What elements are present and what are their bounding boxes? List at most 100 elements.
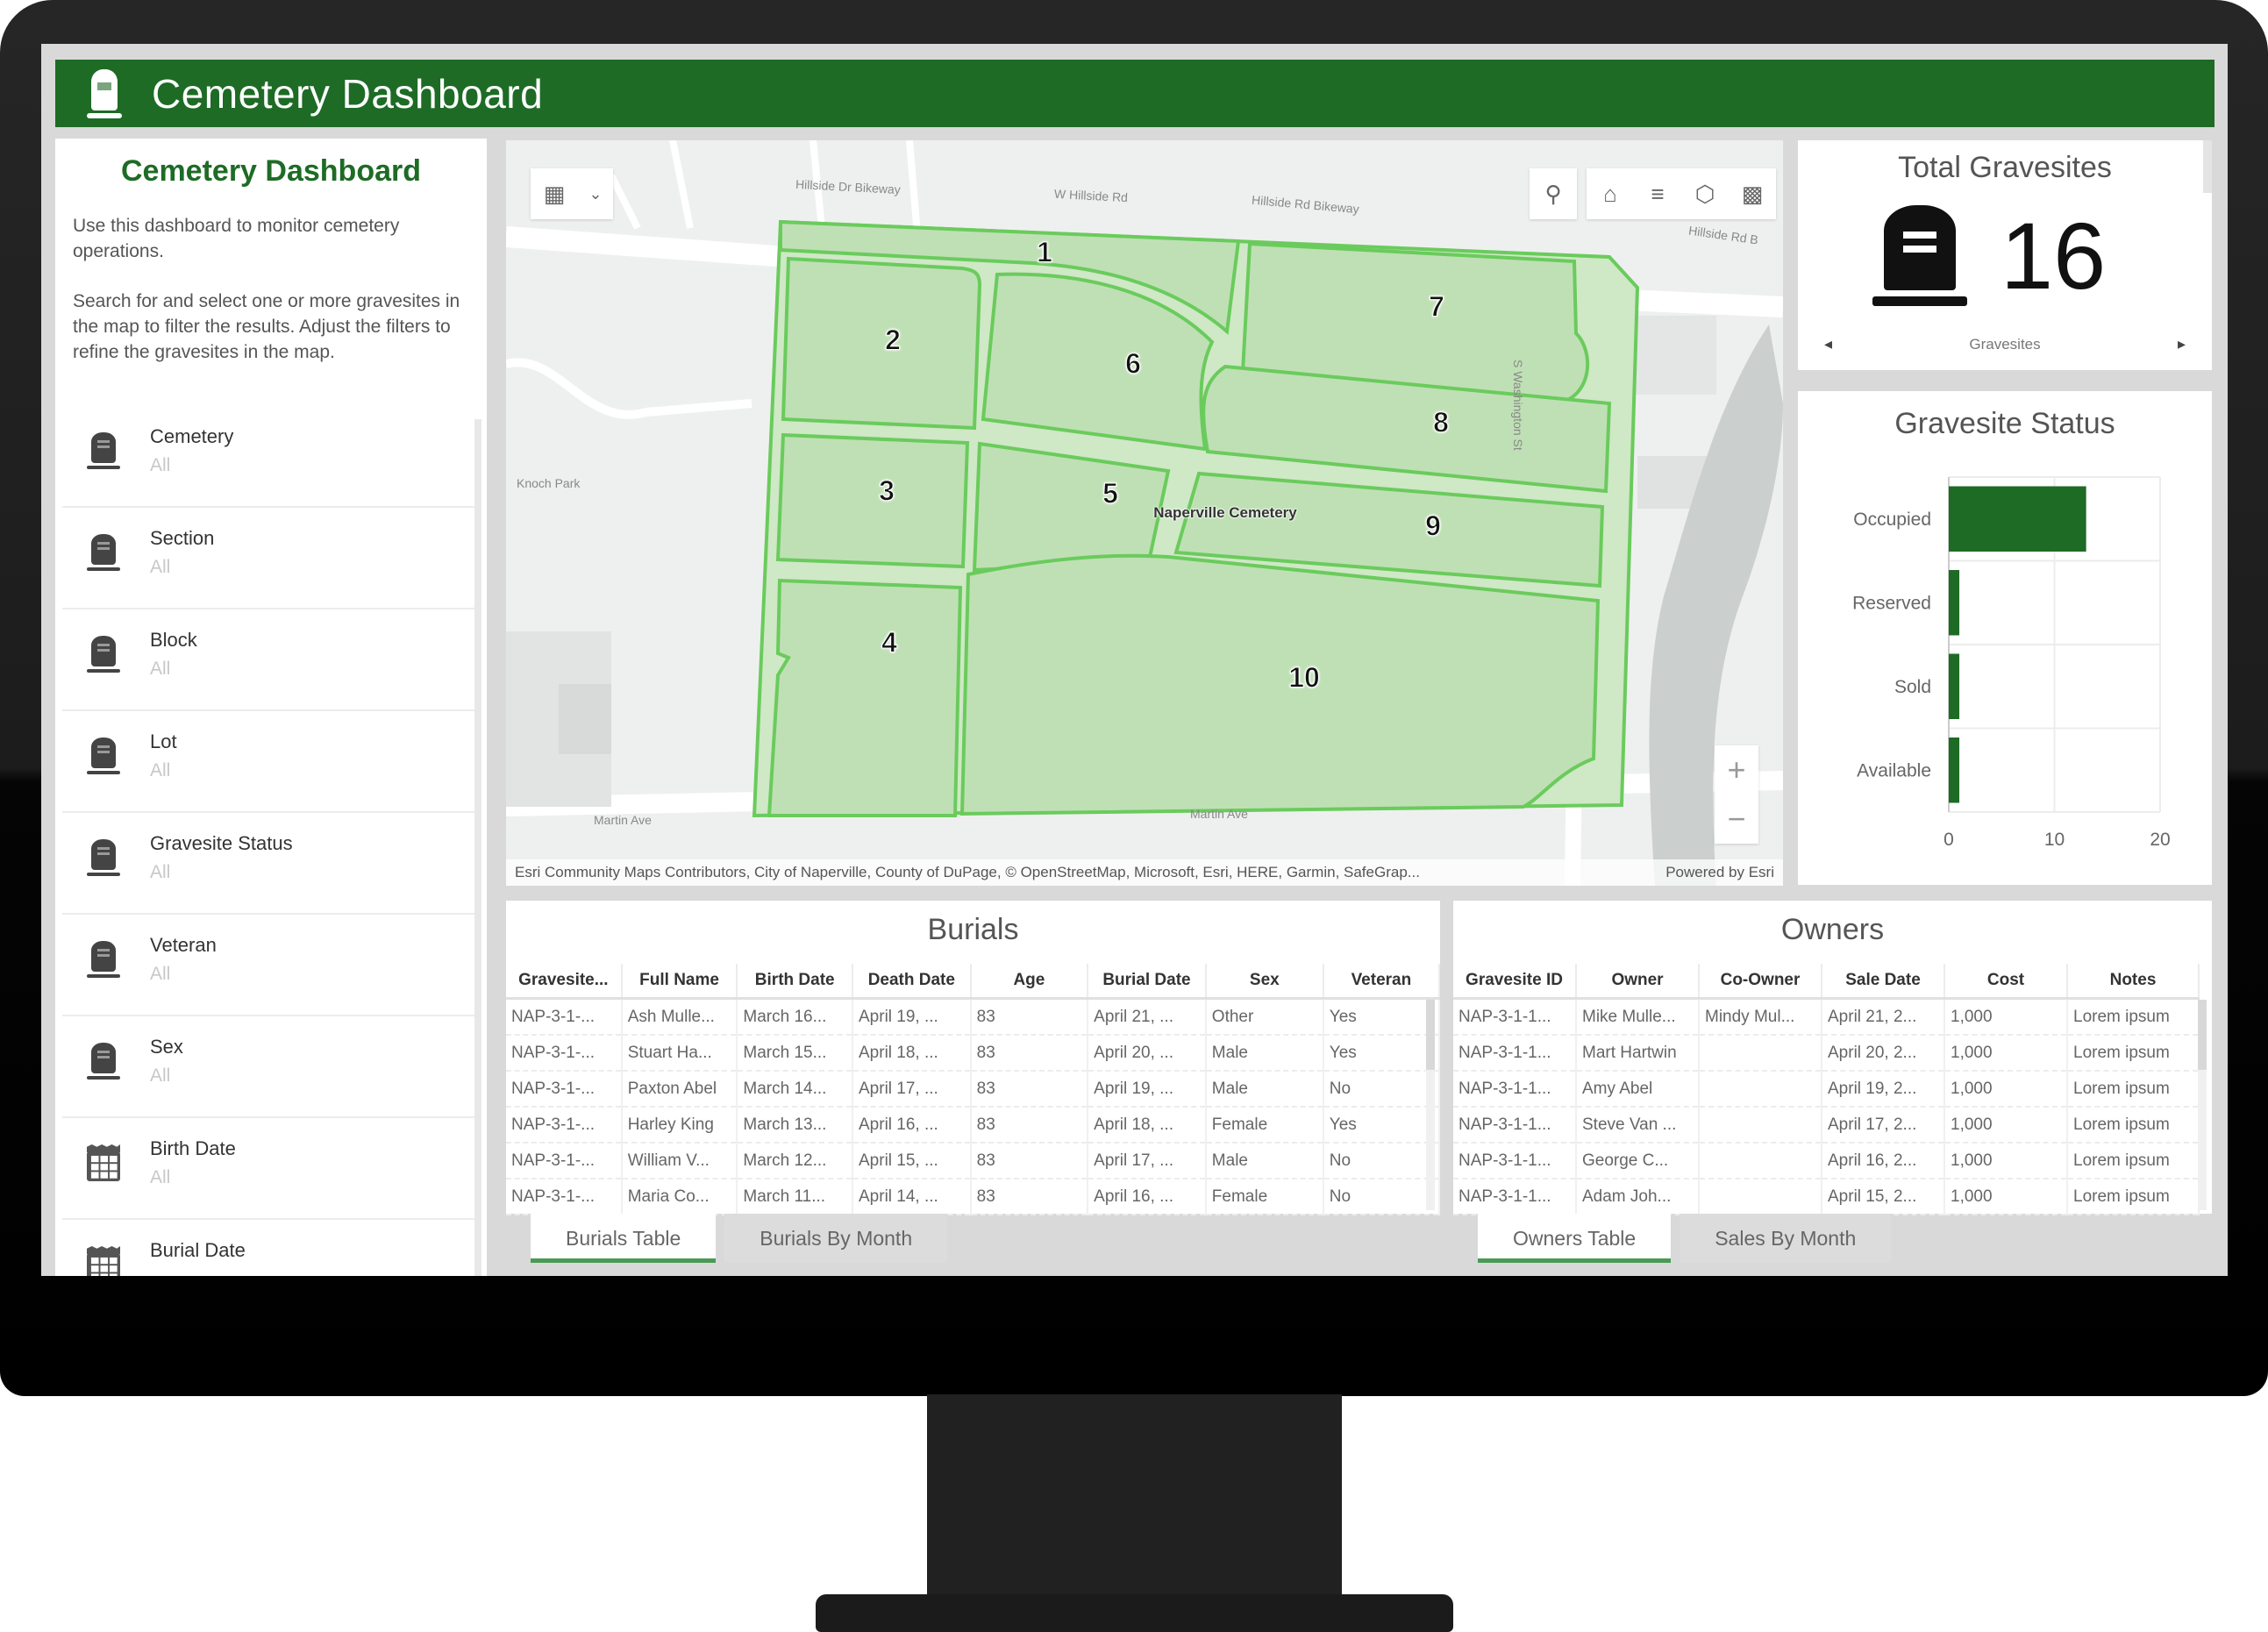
filter-value: All: [150, 557, 171, 577]
tab-sales-by-month[interactable]: Sales By Month: [1680, 1214, 1892, 1263]
filter-item-section[interactable]: Section All: [62, 508, 474, 609]
total-gravesites-indicator: Total Gravesites 16 ◂ Gravesites ▸: [1798, 140, 2212, 370]
table-row[interactable]: NAP-3-1-1... Adam Joh... April 15, 2... 1,0…: [1453, 1179, 2200, 1215]
basemap-gallery-icon[interactable]: ▦: [531, 168, 578, 219]
x-tick-label: 0: [1943, 830, 1954, 850]
column-header[interactable]: Death Date: [852, 964, 972, 1000]
chevron-down-icon[interactable]: ⌄: [578, 168, 613, 219]
table-cell: Stuart Ha...: [621, 1035, 738, 1072]
table-row[interactable]: NAP-3-1-1... Mart Hartwin April 20, 2... 1,…: [1453, 1035, 2200, 1072]
column-header[interactable]: Burial Date: [1088, 964, 1207, 1000]
column-header[interactable]: Cost: [1944, 964, 2068, 1000]
table-row[interactable]: NAP-3-1-... William V... March 12... April …: [506, 1143, 1441, 1179]
table-row[interactable]: NAP-3-1-... Stuart Ha... March 15... April …: [506, 1035, 1441, 1072]
sidebar-scrollbar[interactable]: [474, 419, 481, 1276]
table-cell: 1,000: [1944, 1179, 2068, 1215]
indicator-scrollbar[interactable]: [2203, 140, 2212, 193]
powered-by-link[interactable]: Powered by Esri: [1665, 864, 1774, 881]
table-cell: Yes: [1323, 998, 1441, 1036]
table-cell: March 12...: [737, 1143, 853, 1179]
monitor-stand-neck: [927, 1394, 1342, 1605]
sidebar-panel: Cemetery Dashboard Use this dashboard to…: [55, 139, 487, 1276]
table-cell: April 16, ...: [852, 1107, 972, 1144]
column-header[interactable]: Age: [970, 964, 1089, 1000]
column-header[interactable]: Sale Date: [1822, 964, 1945, 1000]
filter-item-birth-date[interactable]: Birth Date All: [62, 1118, 474, 1220]
bar-sold[interactable]: [1949, 653, 1960, 719]
tab-burials-by-month[interactable]: Burials By Month: [724, 1214, 948, 1263]
attribution-text[interactable]: Esri Community Maps Contributors, City o…: [515, 864, 1420, 881]
column-header[interactable]: Gravesite ID: [1453, 964, 1577, 1000]
column-header[interactable]: Veteran: [1323, 964, 1441, 1000]
tab-owners-table[interactable]: Owners Table: [1478, 1214, 1672, 1263]
filter-item-block[interactable]: Block All: [62, 609, 474, 711]
filter-value: All: [150, 862, 171, 882]
column-header[interactable]: Owner: [1576, 964, 1700, 1000]
section-3[interactable]: [775, 432, 970, 569]
table-cell: 1,000: [1944, 1071, 2068, 1108]
indicator-title: Total Gravesites: [1898, 151, 2112, 184]
burials-title: Burials: [927, 913, 1019, 946]
filter-item-sex[interactable]: Sex All: [62, 1016, 474, 1118]
zoom-in-button[interactable]: +: [1715, 745, 1758, 795]
filter-item-burial-date[interactable]: Burial Date: [62, 1220, 474, 1276]
table-row[interactable]: NAP-3-1-1... Amy Abel April 19, 2... 1,000 L…: [1453, 1071, 2200, 1108]
filter-item-cemetery[interactable]: Cemetery All: [62, 406, 474, 508]
map-canvas[interactable]: [506, 140, 1783, 886]
bar-occupied[interactable]: [1949, 486, 2086, 552]
table-header-row: Gravesite ID Owner Co-Owner Sale Date Cost No…: [1453, 964, 2200, 1000]
section-label: 5: [1102, 477, 1119, 510]
table-cell: Other: [1205, 998, 1324, 1036]
filter-item-gravesite-status[interactable]: Gravesite Status All: [62, 813, 474, 915]
section-4[interactable]: [767, 578, 963, 817]
column-header[interactable]: Notes: [2067, 964, 2200, 1000]
section-10[interactable]: [959, 553, 1601, 816]
section-label: 9: [1425, 510, 1442, 542]
section-2[interactable]: [781, 256, 982, 431]
owners-scrollbar[interactable]: [2198, 1000, 2207, 1210]
table-row[interactable]: NAP-3-1-... Ash Mulle... March 16... April …: [506, 998, 1441, 1036]
column-header[interactable]: Co-Owner: [1699, 964, 1822, 1000]
layers-icon[interactable]: ⬡: [1681, 168, 1729, 219]
table-cell: March 14...: [737, 1071, 853, 1108]
table-row[interactable]: NAP-3-1-1... George C... April 16, 2... 1,0…: [1453, 1143, 2200, 1179]
filter-item-lot[interactable]: Lot All: [62, 711, 474, 813]
column-header[interactable]: Gravesite...: [506, 964, 623, 1000]
section-label: 3: [879, 474, 895, 507]
tab-burials-table[interactable]: Burials Table: [531, 1214, 717, 1263]
bar-available[interactable]: [1949, 738, 1960, 803]
table-row[interactable]: NAP-3-1-... Harley King March 13... April 1…: [506, 1107, 1441, 1144]
home-icon[interactable]: ⌂: [1587, 168, 1634, 219]
bar-reserved[interactable]: [1949, 570, 1960, 636]
search-icon[interactable]: ⚲: [1530, 168, 1577, 219]
table-row[interactable]: NAP-3-1-1... Mike Mulle... Mindy Mul... Apr…: [1453, 998, 2200, 1036]
table-cell: NAP-3-1-...: [506, 1179, 623, 1215]
dashboard-screen: Cemetery Dashboard Cemetery Dashboard Us…: [41, 44, 2228, 1276]
table-row[interactable]: NAP-3-1-... Maria Co... March 11... April 1…: [506, 1179, 1441, 1215]
next-arrow-icon[interactable]: ▸: [2178, 335, 2186, 353]
table-row[interactable]: NAP-3-1-... Paxton Abel March 14... April 1…: [506, 1071, 1441, 1108]
zoom-out-button[interactable]: −: [1715, 795, 1758, 844]
map-view[interactable]: Hillside Dr Bikeway W Hillside Rd Hillsi…: [506, 140, 1783, 886]
description-paragraph: Use this dashboard to monitor cemetery o…: [73, 216, 400, 261]
previous-arrow-icon[interactable]: ◂: [1824, 335, 1832, 353]
table-row[interactable]: NAP-3-1-1... Steve Van ... April 17, 2... 1…: [1453, 1107, 2200, 1144]
column-header[interactable]: Full Name: [621, 964, 738, 1000]
park-path: [506, 358, 752, 419]
legend-icon[interactable]: ≡: [1634, 168, 1681, 219]
filter-item-veteran[interactable]: Veteran All: [62, 915, 474, 1016]
section-label: 1: [1037, 236, 1053, 268]
street-label: Martin Ave: [594, 813, 652, 827]
table-cell: 1,000: [1944, 1035, 2068, 1072]
column-header[interactable]: Birth Date: [737, 964, 853, 1000]
column-header[interactable]: Sex: [1205, 964, 1324, 1000]
table-cell: April 16, ...: [1088, 1179, 1207, 1215]
gravesite-status-chart: Gravesite Status 0 10 20 Occupied Reserved So…: [1798, 391, 2212, 885]
burials-scrollbar[interactable]: [1426, 1000, 1435, 1210]
filter-value: All: [150, 659, 171, 679]
table-cell: 83: [970, 998, 1089, 1036]
owners-title: Owners: [1780, 913, 1885, 946]
category-label: Reserved: [1852, 593, 1931, 613]
owners-tabs: Owners Table Sales By Month: [1478, 1214, 1900, 1263]
qr-code-icon[interactable]: ▩: [1729, 168, 1776, 219]
